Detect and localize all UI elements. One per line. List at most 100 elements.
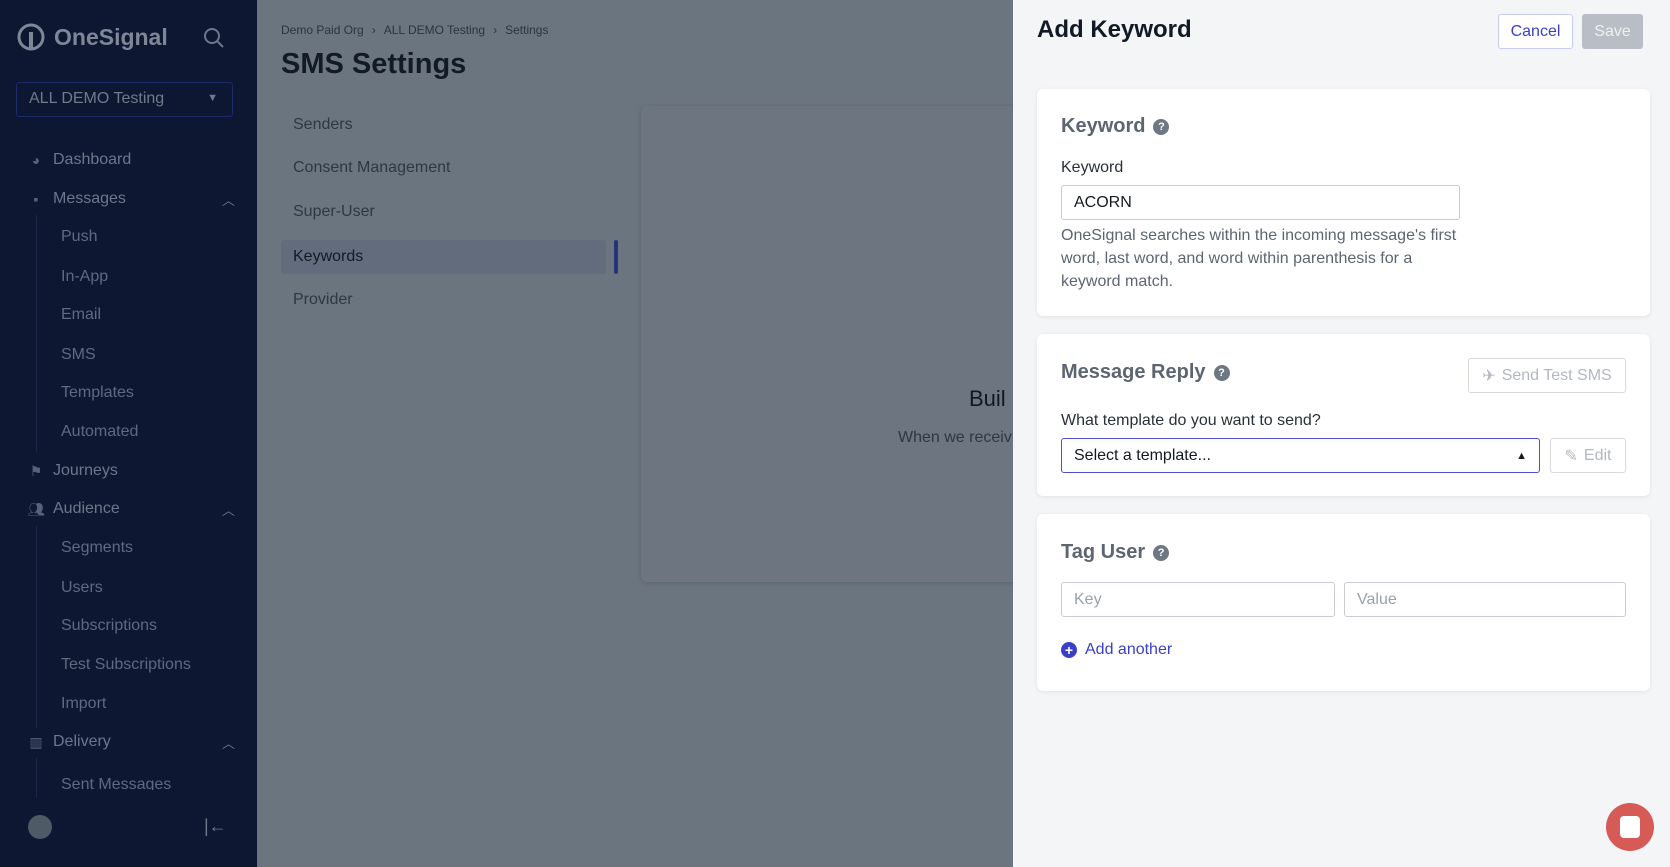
template-label: What template do you want to send? — [1061, 412, 1321, 429]
subnav-super-user[interactable]: Super-User — [281, 195, 606, 229]
keyword-heading: Keyword? — [1061, 115, 1170, 138]
label: Test Subscriptions — [61, 656, 191, 673]
template-select[interactable]: Select a template... ▲ — [1061, 438, 1540, 473]
keyword-help-text: OneSignal searches within the incoming m… — [1061, 227, 1457, 290]
sidebar-item-templates[interactable]: Templates — [0, 378, 257, 408]
label: In-App — [61, 268, 109, 285]
label: Templates — [61, 384, 134, 401]
sidebar-item-in-app[interactable]: In-App — [0, 262, 257, 292]
label: Provider — [293, 291, 353, 308]
chevron-up-icon: ︿ — [221, 735, 235, 751]
sidebar-item-delivery[interactable]: ▥ Delivery ︿ — [0, 727, 257, 757]
breadcrumb-settings: Settings — [505, 23, 549, 37]
keyword-card: Keyword? Keyword ACORN OneSignal searche… — [1037, 89, 1650, 316]
sidebar-item-segments[interactable]: Segments — [0, 533, 257, 563]
onesignal-logo-icon — [17, 23, 45, 51]
select-value: Select a template... — [1074, 446, 1211, 464]
subnav-keywords[interactable]: Keywords — [281, 240, 606, 274]
search-icon[interactable] — [202, 26, 226, 50]
collapse-sidebar-icon[interactable]: |← — [204, 816, 227, 837]
empty-state-title: Buil — [969, 386, 1006, 411]
label: Senders — [293, 116, 353, 133]
sidebar-item-push[interactable]: Push — [0, 222, 257, 252]
chevron-up-icon: ︿ — [221, 502, 235, 518]
help-icon[interactable]: ? — [1213, 364, 1230, 381]
message-icon: ▪ — [33, 191, 39, 207]
breadcrumb-org[interactable]: Demo Paid Org — [281, 23, 364, 37]
label: Import — [61, 695, 107, 712]
label: Edit — [1583, 446, 1612, 464]
tag-value-input[interactable]: Value — [1344, 582, 1626, 617]
sidebar-item-users[interactable]: Users — [0, 573, 257, 603]
save-button[interactable]: Save — [1582, 14, 1643, 49]
help-icon[interactable]: ? — [1153, 544, 1170, 561]
sidebar-item-automated[interactable]: Automated — [0, 417, 257, 447]
keyword-input[interactable]: ACORN — [1061, 185, 1460, 220]
send-test-sms-button[interactable]: ✈ Send Test SMS — [1468, 358, 1626, 393]
label: Push — [61, 228, 98, 245]
breadcrumb-app[interactable]: ALL DEMO Testing — [384, 23, 485, 37]
heading-text: Message Reply — [1061, 361, 1206, 383]
placeholder: Key — [1074, 590, 1102, 608]
subnav-senders[interactable]: Senders — [281, 108, 606, 142]
subnav-provider[interactable]: Provider — [281, 283, 606, 317]
logo[interactable]: OneSignal — [16, 22, 168, 52]
sidebar-item-email[interactable]: Email — [0, 300, 257, 330]
label: Automated — [61, 423, 139, 440]
pencil-icon: ✎ — [1564, 447, 1578, 465]
chevron-right-icon: › — [371, 23, 376, 37]
plus-circle-icon: + — [1061, 642, 1077, 658]
chat-support-button[interactable] — [1606, 803, 1654, 851]
label: Send Test SMS — [1501, 366, 1612, 384]
sidebar-item-test-subscriptions[interactable]: Test Subscriptions — [0, 650, 257, 680]
add-another-link[interactable]: + Add another — [1061, 641, 1172, 659]
label: Add another — [1085, 641, 1173, 658]
brand-name: OneSignal — [54, 23, 168, 50]
app-selector-label: ALL DEMO Testing — [29, 90, 165, 107]
keyword-value: ACORN — [1074, 193, 1132, 211]
edit-template-button[interactable]: ✎ Edit — [1550, 438, 1626, 473]
audience-icon: 👥︎ — [27, 501, 45, 517]
page-title: SMS Settings — [281, 48, 467, 80]
placeholder: Value — [1357, 590, 1397, 608]
tag-key-input[interactable]: Key — [1061, 582, 1335, 617]
chevron-right-icon: › — [493, 23, 498, 37]
sidebar-item-sent-messages[interactable]: Sent Messages — [0, 770, 257, 790]
add-keyword-panel: Add Keyword Cancel Save Keyword? Keyword… — [1013, 0, 1670, 867]
app-selector[interactable]: ALL DEMO Testing ▼ — [16, 82, 233, 117]
keyword-label: Keyword — [1061, 159, 1124, 176]
sidebar-item-journeys[interactable]: ⚑ Journeys — [0, 456, 257, 486]
clip: Sent Messages — [0, 766, 257, 790]
caret-down-icon: ▼ — [207, 92, 218, 104]
chevron-up-icon: ︿ — [221, 192, 235, 208]
avatar[interactable] — [28, 815, 52, 839]
sidebar-item-subscriptions[interactable]: Subscriptions — [0, 611, 257, 641]
label: Messages — [53, 190, 126, 207]
label: Email — [61, 306, 102, 323]
label: Segments — [61, 539, 134, 556]
chart-icon: ▥ — [29, 734, 43, 750]
sidebar-item-sms[interactable]: SMS — [0, 340, 257, 370]
dashboard-icon: ◕ — [31, 152, 41, 168]
sidebar-item-import[interactable]: Import — [0, 689, 257, 719]
heading-text: Tag User — [1061, 541, 1146, 563]
help-icon[interactable]: ? — [1153, 118, 1170, 135]
send-icon: ✈ — [1482, 367, 1496, 385]
sidebar: OneSignal ALL DEMO Testing ▼ ◕ Dashboard ▪… — [0, 0, 257, 867]
subnav-consent-management[interactable]: Consent Management — [281, 151, 606, 185]
caret-up-icon: ▲ — [1516, 449, 1527, 462]
label: Consent Management — [293, 159, 451, 176]
label: Subscriptions — [61, 617, 158, 634]
sidebar-item-dashboard[interactable]: ◕ Dashboard — [0, 145, 257, 175]
label: Keywords — [293, 248, 364, 265]
sidebar-item-messages[interactable]: ▪ Messages ︿ — [0, 184, 257, 214]
label: Audience — [53, 500, 120, 517]
scroll-indicator — [614, 240, 618, 274]
label: Journeys — [53, 462, 118, 479]
cancel-button[interactable]: Cancel — [1498, 14, 1573, 49]
tag-user-card: Tag User? Key Value + Add another — [1037, 514, 1650, 691]
sidebar-item-audience[interactable]: 👥︎ Audience ︿ — [0, 494, 257, 524]
tag-user-heading: Tag User? — [1061, 541, 1170, 564]
main-content: Demo Paid Org › ALL DEMO Testing › Setting… — [257, 0, 1141, 867]
label: Dashboard — [53, 151, 132, 168]
